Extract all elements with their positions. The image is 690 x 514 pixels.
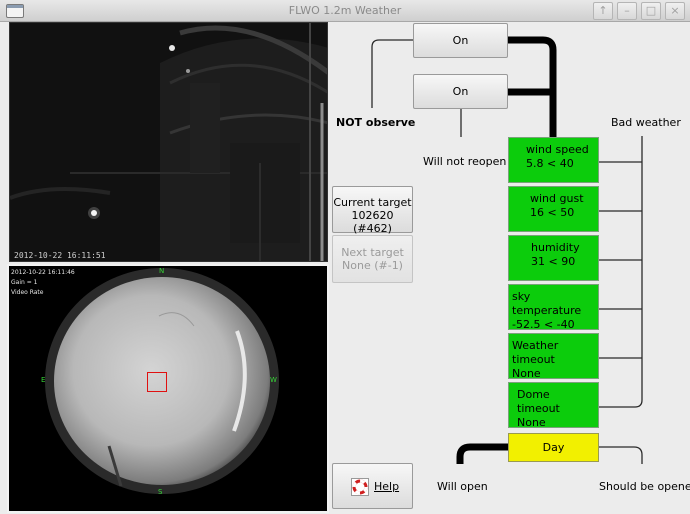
next-target-title: Next target: [341, 246, 404, 259]
window-title: FLWO 1.2m Weather: [288, 4, 402, 17]
help-button[interactable]: Help: [332, 463, 413, 509]
title-bar: FLWO 1.2m Weather ↑ – □ ×: [0, 0, 690, 22]
main-panel: 2012-10-22 16:11:51 2012-10-22 16:11:46 …: [0, 22, 690, 514]
condition-dome-timeout: Dome timeout None: [508, 382, 599, 429]
shade-up-icon[interactable]: ↑: [593, 2, 613, 20]
help-label: Help: [374, 480, 400, 493]
should-be-opened-label: Should be opened: [599, 480, 690, 493]
current-target-title: Current target: [333, 196, 412, 209]
will-not-reopen-label: Will not reopen: [423, 155, 507, 168]
condition-label: wind gust: [530, 192, 584, 205]
not-observe-label: NOT observe: [336, 116, 416, 129]
condition-humidity: humidity 31 < 90: [508, 235, 599, 281]
condition-label: humidity: [531, 241, 580, 254]
day-state-indicator: Day: [508, 433, 599, 462]
condition-value: 31 < 90: [531, 255, 576, 268]
condition-label: Dome timeout: [517, 388, 560, 415]
condition-value: -52.5 < -40: [512, 318, 575, 331]
maximize-icon[interactable]: □: [641, 2, 661, 20]
condition-value: 5.8 < 40: [526, 157, 574, 170]
condition-value: 16 < 50: [530, 206, 575, 219]
condition-value: None: [517, 416, 546, 429]
switch-second-button[interactable]: On: [413, 74, 508, 109]
next-target-value: None (#-1): [342, 259, 403, 272]
will-open-label: Will open: [437, 480, 488, 493]
condition-wind-gust: wind gust 16 < 50: [508, 186, 599, 232]
close-icon[interactable]: ×: [665, 2, 685, 20]
next-target-button[interactable]: Next target None (#-1): [332, 235, 413, 283]
lifebuoy-icon: [351, 478, 369, 496]
current-target-value: 102620 (#462): [351, 209, 394, 235]
condition-wind-speed: wind speed 5.8 < 40: [508, 137, 599, 183]
condition-weather-timeout: Weather timeout None: [508, 333, 599, 380]
condition-label: wind speed: [526, 143, 589, 156]
minimize-icon[interactable]: –: [617, 2, 637, 20]
condition-sky-temperature: sky temperature -52.5 < -40: [508, 284, 599, 331]
switch-top-button[interactable]: On: [413, 23, 508, 58]
bad-weather-label: Bad weather: [611, 116, 681, 129]
condition-label: Weather timeout: [512, 339, 559, 366]
current-target-button[interactable]: Current target 102620 (#462): [332, 186, 413, 235]
condition-value: None: [512, 367, 541, 380]
condition-label: sky temperature: [512, 290, 582, 317]
